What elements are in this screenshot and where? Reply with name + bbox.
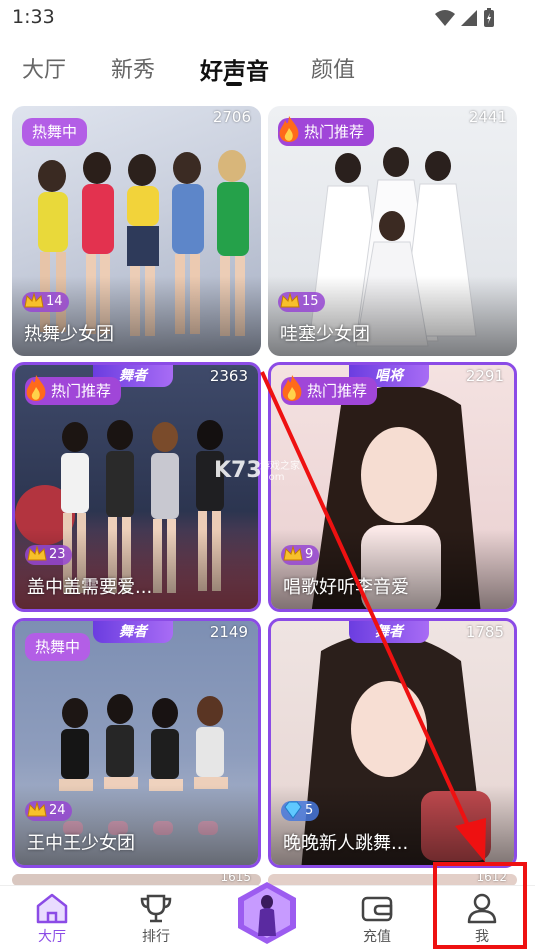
tab-newcomer[interactable]: 新秀 [111,52,155,84]
center-action-button[interactable] [234,880,300,946]
wifi-icon [435,10,455,26]
crown-icon [24,292,44,308]
viewer-count: 2149 [209,623,248,641]
status-badge: 热门推荐 [281,375,378,405]
room-name: 热舞少女团 [24,324,114,345]
level-number: 14 [46,294,63,309]
nav-home-label: 大厅 [38,929,66,945]
level-number: 15 [302,294,319,309]
level-badge: 5 [281,801,320,821]
room-card[interactable]: 2441 热门推荐 15 哇塞少女团 [268,106,517,356]
center-avatar-icon [238,882,296,944]
trophy-icon [140,894,172,923]
diamond-icon [284,801,302,819]
flame-icon [279,116,299,142]
room-card[interactable]: 2706 热舞中 14 热舞少女团 [12,106,261,356]
level-number: 5 [305,803,314,818]
wallet-icon [361,896,393,922]
watermark-domain: .com [260,472,285,483]
nav-recharge-label: 充值 [363,929,391,945]
tab-looks[interactable]: 颜值 [311,52,355,84]
level-number: 9 [305,547,314,562]
status-badge: 热门推荐 [25,375,122,405]
role-ribbon: 舞者 [349,621,429,643]
viewer-count: 2291 [465,367,504,385]
level-badge: 9 [281,545,320,565]
level-badge: 23 [25,545,72,565]
room-name: 晚晚新人跳舞... [283,833,409,854]
nav-rank-label: 排行 [142,929,170,945]
nav-home[interactable]: 大厅 [12,892,92,946]
room-name: 哇塞少女团 [280,324,370,345]
room-card[interactable]: 唱将 2291 热门推荐 9 唱歌好听李音爱 [268,362,517,612]
status-badge-label: 热门推荐 [304,123,365,141]
flame-icon [26,375,46,401]
room-card[interactable]: 舞者 2363 热门推荐 23 盖中盖需要爱... [12,362,261,612]
watermark-site: 游戏之家 [260,461,300,472]
crown-icon [283,545,303,561]
status-badge-label: 热门推荐 [307,382,368,400]
home-icon [36,893,68,924]
signal-icon [461,10,477,26]
crown-icon [27,545,47,561]
room-name: 王中王少女团 [27,833,135,854]
tab-good-voice[interactable]: 好声音 [200,52,269,86]
status-badge: 热门推荐 [278,116,375,146]
watermark-brand: K73 [214,458,262,483]
status-badge-label: 热门推荐 [51,382,112,400]
category-tabs: 大厅 新秀 好声音 颜值 [0,48,535,92]
level-number: 24 [49,803,66,818]
room-name: 盖中盖需要爱... [27,577,153,598]
watermark: K73 游戏之家 .com [214,458,300,483]
nav-recharge[interactable]: 充值 [337,892,417,946]
level-badge: 24 [25,801,72,821]
nav-rank[interactable]: 排行 [116,892,196,946]
level-number: 23 [49,547,66,562]
viewer-count: 2441 [468,108,507,126]
status-badge: 热舞中 [22,118,88,146]
room-card[interactable]: 舞者 2149 热舞中 24 王中王少女团 [12,618,261,868]
active-tab-indicator [226,82,242,86]
flame-icon [282,375,302,401]
status-time: 1:33 [12,6,55,28]
level-badge: 14 [22,292,69,312]
crown-icon [280,292,300,308]
viewer-count: 2706 [212,108,251,126]
battery-icon [484,8,494,27]
status-icons [435,8,495,28]
room-name: 唱歌好听李音爱 [283,577,409,598]
level-badge: 15 [278,292,325,312]
status-badge: 热舞中 [25,633,91,661]
viewer-count: 2363 [209,367,248,385]
annotation-highlight-box [433,862,527,949]
role-ribbon: 舞者 [93,621,173,643]
crown-icon [27,801,47,817]
status-bar: 1:33 [0,0,535,38]
room-card[interactable]: 舞者 1785 5 晚晚新人跳舞... [268,618,517,868]
viewer-count: 1785 [465,623,504,641]
tab-lobby[interactable]: 大厅 [22,52,66,84]
